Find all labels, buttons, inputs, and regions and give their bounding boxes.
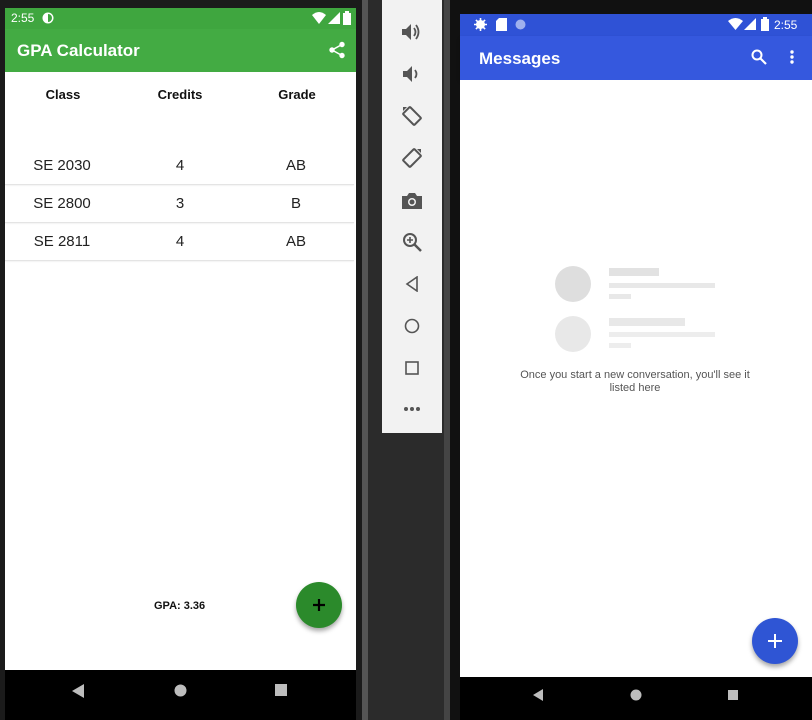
add-icon — [768, 634, 782, 648]
share-icon[interactable] — [328, 41, 346, 59]
grade-cell: B — [290, 195, 301, 212]
more-icon[interactable] — [399, 396, 425, 422]
camera-icon[interactable] — [399, 187, 425, 213]
back-icon[interactable] — [399, 271, 425, 297]
volume-down-icon[interactable] — [399, 61, 425, 87]
battery-icon — [343, 11, 351, 25]
left-status-bar: 2:55 — [5, 8, 356, 29]
add-icon — [313, 599, 325, 611]
settings-status-icon — [474, 18, 487, 31]
start-chat-button[interactable] — [752, 618, 798, 664]
zoom-icon[interactable] — [399, 229, 425, 255]
add-class-button[interactable] — [296, 582, 342, 628]
window-divider — [362, 0, 368, 720]
battery-icon — [761, 17, 769, 31]
gpa-result: GPA: 3.36 — [154, 600, 206, 612]
empty-state-text: Once you start a new conversation, you'l… — [520, 369, 750, 394]
status-time: 2:55 — [774, 18, 798, 32]
home-nav-icon[interactable] — [174, 684, 187, 697]
app-title: Messages — [479, 49, 561, 68]
grade-cell: AB — [285, 233, 306, 250]
credits-cell: 3 — [175, 195, 185, 212]
status-time: 2:55 — [11, 11, 35, 25]
conversation-list: Once you start a new conversation, you'l… — [460, 80, 812, 677]
rotate-left-icon[interactable] — [399, 103, 425, 129]
rotate-right-icon[interactable] — [399, 145, 425, 171]
gpa-content: Class Credits Grade SE 2030 4 AB SE 2800… — [5, 72, 356, 670]
signal-icon — [328, 12, 340, 24]
left-nav-bar — [5, 670, 356, 720]
wifi-icon — [312, 12, 326, 24]
overview-icon[interactable] — [399, 355, 425, 381]
home-icon[interactable] — [399, 313, 425, 339]
class-cell: SE 2800 — [33, 195, 91, 212]
home-nav-icon[interactable] — [630, 689, 642, 701]
header-credits: Credits — [157, 87, 203, 102]
sd-card-status-icon — [496, 18, 507, 31]
back-nav-icon[interactable] — [533, 689, 543, 701]
grade-cell: AB — [285, 157, 306, 174]
app-title: GPA Calculator — [17, 41, 140, 60]
right-status-bar: 2:55 — [460, 14, 812, 36]
overview-nav-icon[interactable] — [275, 684, 287, 696]
overflow-menu-icon[interactable] — [790, 50, 794, 64]
sync-status-icon — [42, 12, 54, 24]
right-app-bar: Messages — [460, 36, 812, 80]
notification-dot-icon — [515, 19, 526, 30]
class-cell: SE 2811 — [33, 233, 91, 250]
table-row[interactable]: SE 2811 4 AB — [5, 223, 354, 261]
overview-nav-icon[interactable] — [728, 690, 738, 700]
header-class: Class — [45, 87, 81, 102]
table-row[interactable]: SE 2030 4 AB — [5, 147, 354, 185]
volume-up-icon[interactable] — [399, 19, 425, 45]
back-nav-icon[interactable] — [72, 684, 84, 698]
right-nav-bar — [460, 677, 812, 720]
emulator-toolbar — [382, 0, 442, 433]
left-app-bar: GPA Calculator — [5, 29, 356, 72]
wifi-icon — [728, 18, 743, 30]
credits-cell: 4 — [175, 233, 185, 250]
credits-cell: 4 — [175, 157, 185, 174]
search-icon[interactable] — [751, 49, 767, 65]
header-grade: Grade — [278, 87, 316, 102]
signal-icon — [744, 18, 756, 30]
class-cell: SE 2030 — [33, 157, 91, 174]
table-row[interactable]: SE 2800 3 B — [5, 185, 354, 223]
empty-state-illustration — [555, 266, 715, 354]
